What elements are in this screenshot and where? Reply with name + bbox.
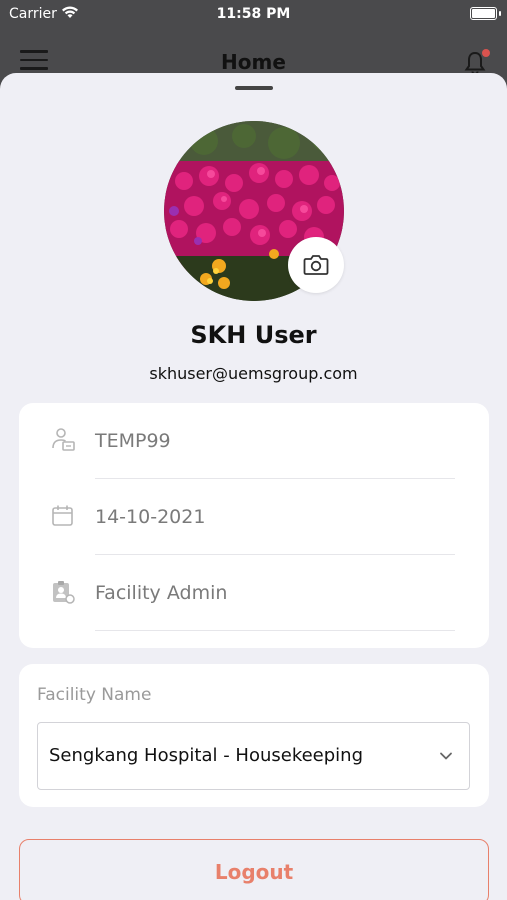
profile-sheet: SKH User skhuser@uemsgroup.com TEMP99 14… <box>0 73 507 900</box>
divider <box>95 630 455 631</box>
calendar-icon <box>52 505 73 526</box>
notification-badge <box>482 49 490 57</box>
change-photo-button[interactable] <box>288 237 344 293</box>
user-badge-icon <box>52 428 75 451</box>
clock: 11:58 PM <box>216 6 291 22</box>
page-title: Home <box>221 50 286 74</box>
facility-card: Facility Name Sengkang Hospital - Housek… <box>19 664 489 807</box>
battery-tip <box>499 11 501 16</box>
camera-icon <box>303 255 329 275</box>
chevron-down-icon <box>440 752 452 760</box>
info-row-role: Facility Admin <box>19 555 489 631</box>
facility-selected-value: Sengkang Hospital - Housekeeping <box>49 745 364 766</box>
facility-label: Facility Name <box>37 685 152 705</box>
user-id-value: TEMP99 <box>95 430 171 452</box>
facility-select[interactable]: Sengkang Hospital - Housekeeping <box>37 722 470 790</box>
role-value: Facility Admin <box>95 582 228 604</box>
date-value: 14-10-2021 <box>95 506 206 528</box>
info-row-user-id: TEMP99 <box>19 403 489 479</box>
user-name: SKH User <box>190 321 317 349</box>
info-row-date: 14-10-2021 <box>19 479 489 555</box>
logout-button[interactable]: Logout <box>19 839 489 900</box>
battery-icon <box>470 7 497 20</box>
user-email: skhuser@uemsgroup.com <box>149 364 358 383</box>
clipboard-user-icon <box>53 581 75 604</box>
user-info-card: TEMP99 14-10-2021 Facility Admin <box>19 403 489 648</box>
logout-label: Logout <box>214 860 294 884</box>
status-bar: Carrier 11:58 PM <box>0 0 507 28</box>
sheet-grabber[interactable] <box>235 86 273 90</box>
